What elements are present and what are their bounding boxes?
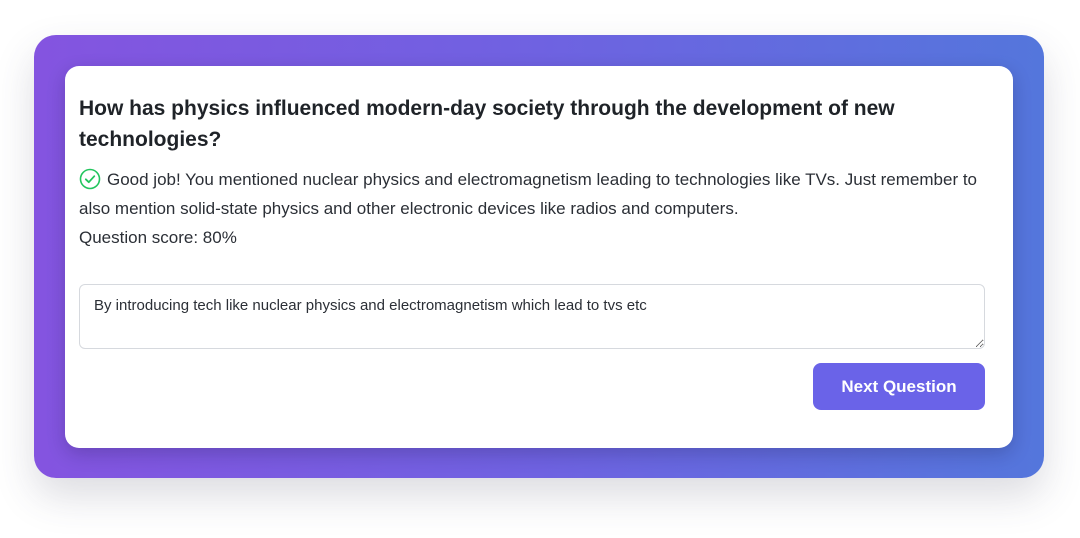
next-question-button[interactable]: Next Question (813, 363, 985, 410)
question-score: Question score: 80% (79, 228, 237, 247)
answer-input[interactable]: By introducing tech like nuclear physics… (79, 284, 985, 349)
feedback-text: Good job! You mentioned nuclear physics … (79, 170, 978, 218)
feedback-panel: Good job! You mentioned nuclear physics … (79, 165, 979, 252)
check-circle-icon (79, 168, 101, 190)
quiz-card: How has physics influenced modern-day so… (65, 66, 1013, 448)
question-text: How has physics influenced modern-day so… (79, 97, 895, 151)
